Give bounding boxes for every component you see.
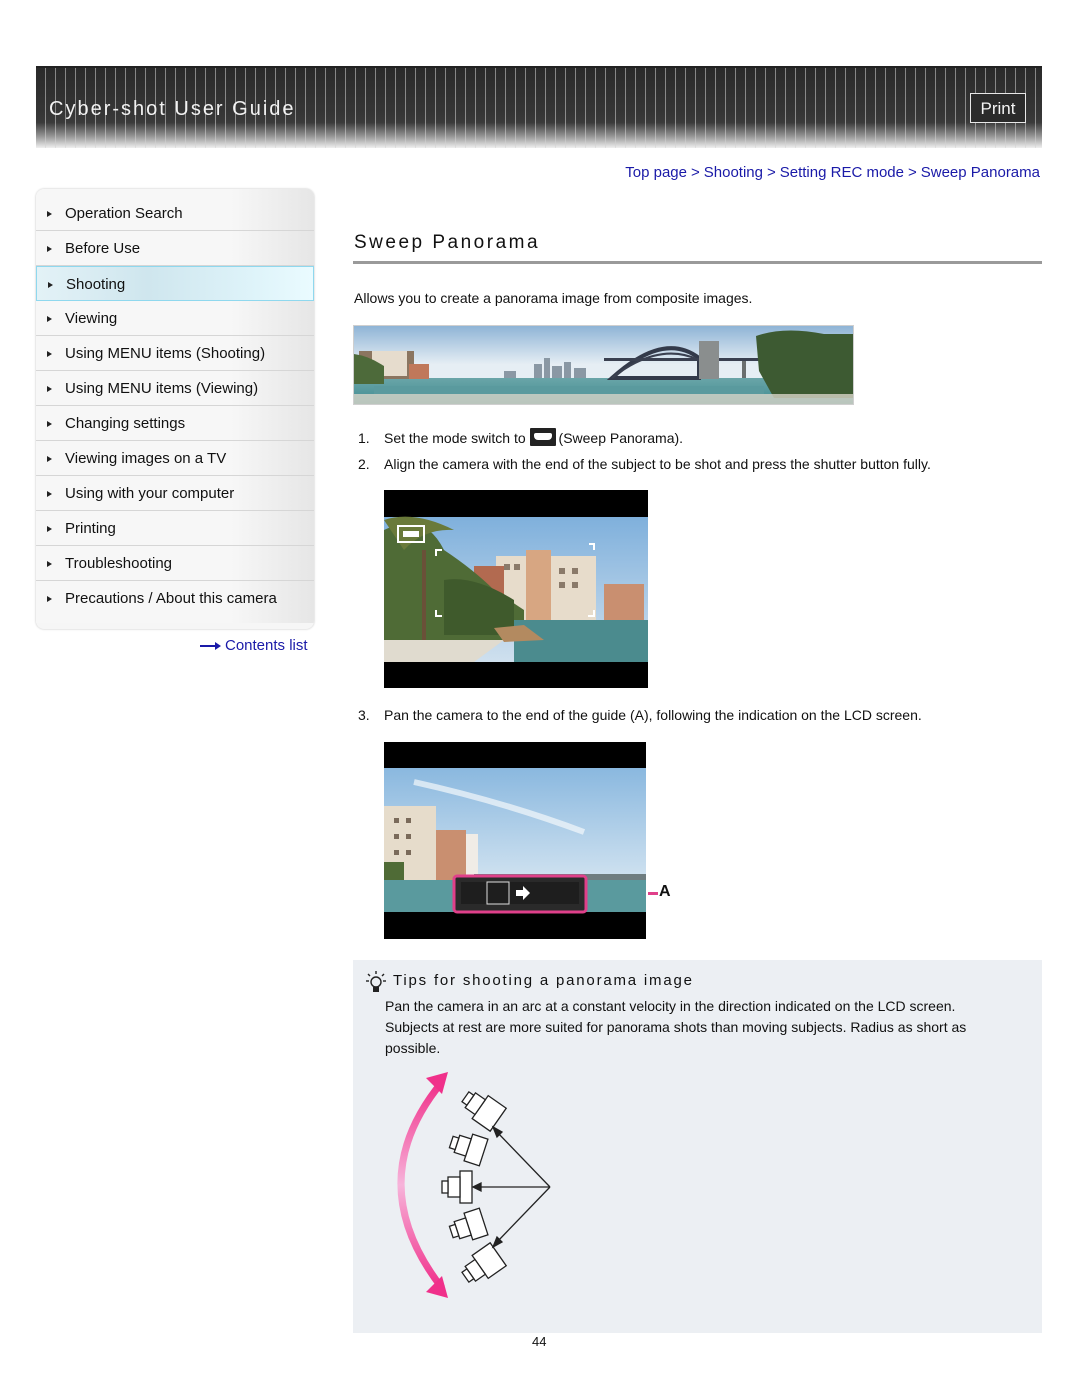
step-number: 2. xyxy=(358,456,370,472)
panning-arc-diagram xyxy=(397,1072,551,1298)
sidebar-item-menu-shooting[interactable]: Using MENU items (Shooting) xyxy=(36,336,314,371)
triangle-right-icon xyxy=(47,596,52,602)
triangle-right-icon xyxy=(47,246,52,252)
sidebar-item-changing-settings[interactable]: Changing settings xyxy=(36,406,314,441)
tips-title: Tips for shooting a panorama image xyxy=(393,972,694,989)
sidebar-item-printing[interactable]: Printing xyxy=(36,511,314,546)
triangle-right-icon xyxy=(47,211,52,217)
sidebar-item-label: Using with your computer xyxy=(65,485,235,502)
step-text: Pan the camera to the end of the guide (… xyxy=(384,707,922,723)
step-text: (Sweep Panorama). xyxy=(558,430,684,446)
header-banner: Cyber-shot User Guide Print xyxy=(36,66,1042,148)
lcd-panning-illustration xyxy=(384,742,646,939)
step-number: 1. xyxy=(358,430,370,446)
arrow-right-icon xyxy=(200,641,222,651)
page-number: 44 xyxy=(532,1334,547,1349)
sidebar-item-label: Precautions / About this camera xyxy=(65,590,277,607)
sidebar-item-label: Viewing images on a TV xyxy=(65,450,227,467)
print-button[interactable]: Print xyxy=(970,93,1026,123)
sidebar-item-before-use[interactable]: Before Use xyxy=(36,231,314,266)
sidebar-item-viewing[interactable]: Viewing xyxy=(36,301,314,336)
guide-callout-label: A xyxy=(659,883,671,900)
breadcrumb-separator: > xyxy=(766,164,776,181)
triangle-right-icon xyxy=(48,282,53,288)
step-3: 3. Pan the camera to the end of the guide… xyxy=(358,707,922,723)
contents-list-label: Contents list xyxy=(225,637,308,654)
step-text: Set the mode switch to xyxy=(384,430,526,446)
sidebar-item-precautions[interactable]: Precautions / About this camera xyxy=(36,581,314,623)
sidebar-nav: Operation Search Before Use Shooting Vie… xyxy=(36,189,314,629)
lcd-start-illustration xyxy=(384,490,648,688)
panorama-image xyxy=(353,325,854,405)
sidebar-item-shooting[interactable]: Shooting xyxy=(36,266,314,301)
sidebar-item-label: Using MENU items (Shooting) xyxy=(65,345,266,362)
step-2: 2. Align the camera with the end of the s… xyxy=(358,456,931,472)
breadcrumb-top-page[interactable]: Top page xyxy=(625,164,687,181)
sidebar-item-label: Viewing xyxy=(65,310,118,327)
step-text: Align the camera with the end of the sub… xyxy=(384,456,931,472)
sidebar-item-operation-search[interactable]: Operation Search xyxy=(36,189,314,231)
triangle-right-icon xyxy=(47,491,52,497)
triangle-right-icon xyxy=(47,386,52,392)
page-title: Sweep Panorama xyxy=(354,232,541,253)
guide-title: Cyber-shot User Guide xyxy=(49,98,296,120)
lcd-screen-start xyxy=(384,490,648,688)
breadcrumb-setting-rec-mode[interactable]: Setting REC mode xyxy=(780,164,904,181)
lcd-screen-panning xyxy=(384,742,646,939)
breadcrumb-separator: > xyxy=(691,164,700,181)
intro-text: Allows you to create a panorama image fr… xyxy=(354,290,753,306)
sweep-panorama-mode-icon xyxy=(529,428,556,446)
triangle-right-icon xyxy=(47,421,52,427)
sidebar-item-label: Operation Search xyxy=(65,205,183,222)
triangle-right-icon xyxy=(47,526,52,532)
sidebar-item-label: Shooting xyxy=(66,276,126,293)
step-number: 3. xyxy=(358,707,370,723)
sidebar-item-using-with-computer[interactable]: Using with your computer xyxy=(36,476,314,511)
triangle-right-icon xyxy=(47,561,52,567)
contents-list-link[interactable]: Contents list xyxy=(200,637,308,654)
sidebar-item-label: Changing settings xyxy=(65,415,186,432)
guide-callout-line xyxy=(648,892,658,895)
triangle-right-icon xyxy=(47,456,52,462)
title-divider xyxy=(353,261,1042,264)
breadcrumb: Top page > Shooting > Setting REC mode > Sweep… xyxy=(625,164,1040,181)
sidebar-item-label: Using MENU items (Viewing) xyxy=(65,380,259,397)
step-1: 1. Set the mode switch to (Sweep Panorama… xyxy=(358,428,683,446)
tips-box: Tips for shooting a panorama image Pan t… xyxy=(353,960,1042,1333)
lightbulb-icon xyxy=(366,971,386,992)
triangle-right-icon xyxy=(47,351,52,357)
tips-text: Pan the camera in an arc at a constant v… xyxy=(385,998,967,1056)
triangle-right-icon xyxy=(47,316,52,322)
sidebar-item-viewing-on-tv[interactable]: Viewing images on a TV xyxy=(36,441,314,476)
sidebar-item-label: Printing xyxy=(65,520,116,537)
breadcrumb-sweep-panorama[interactable]: Sweep Panorama xyxy=(921,164,1040,181)
sidebar-item-menu-viewing[interactable]: Using MENU items (Viewing) xyxy=(36,371,314,406)
sidebar-item-troubleshooting[interactable]: Troubleshooting xyxy=(36,546,314,581)
pan-arc xyxy=(397,1079,445,1291)
panorama-illustration xyxy=(354,326,853,404)
sidebar-item-label: Before Use xyxy=(65,240,141,257)
sidebar-item-label: Troubleshooting xyxy=(65,555,173,572)
breadcrumb-separator: > xyxy=(907,164,917,181)
breadcrumb-shooting[interactable]: Shooting xyxy=(704,164,763,181)
